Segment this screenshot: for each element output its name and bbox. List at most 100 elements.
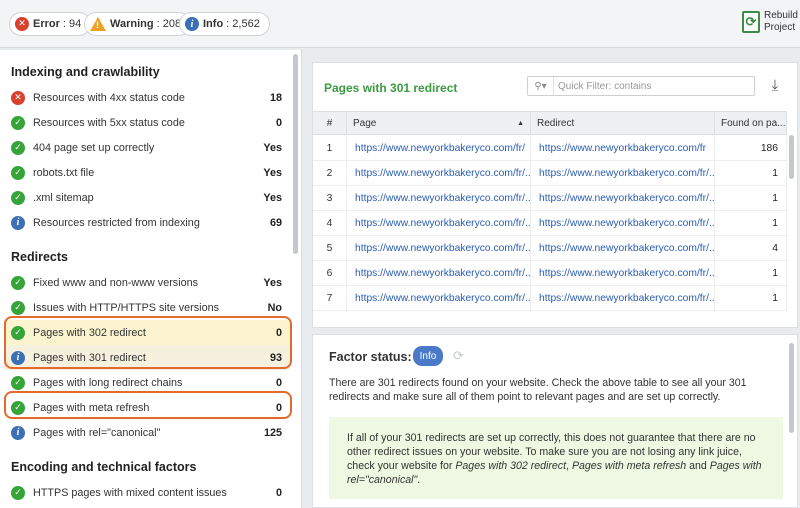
page-url-cell[interactable]: https://www.newyorkbakeryco.com/fr/ — [347, 136, 531, 160]
factor-item[interactable]: ✓ 404 page set up correctly Yes — [4, 135, 290, 160]
filter-placeholder: Quick Filter: contains — [558, 80, 652, 92]
factor-item[interactable]: i Pages with rel="canonical" 125 — [4, 420, 290, 445]
factor-item-value: 18 — [269, 91, 282, 104]
factor-item[interactable]: ✓ robots.txt file Yes — [4, 160, 290, 185]
check-icon: ✓ — [11, 115, 25, 130]
refresh-icon[interactable]: ⟳ — [453, 348, 464, 364]
sort-asc-icon: ▲ — [517, 119, 524, 127]
info-count: 2,562 — [232, 18, 260, 30]
table-row[interactable]: 3 https://www.newyorkbakeryco.com/fr/... h… — [313, 186, 787, 211]
note-end: . — [417, 474, 421, 486]
row-number: 1 — [313, 136, 347, 160]
warning-filter-button[interactable]: ! Warning: 208 — [84, 12, 192, 36]
page-url-cell[interactable]: https://www.newyorkbakeryco.com/fr/... — [347, 261, 531, 285]
note-factor-302: Pages with 302 redirect — [455, 460, 567, 472]
found-on-pages-cell: 1 — [715, 186, 787, 210]
highlight-outline — [4, 391, 292, 419]
factor-item[interactable]: ✕ Resources with 4xx status code 18 — [4, 85, 290, 110]
table-scrollbar[interactable] — [789, 135, 794, 179]
factor-item[interactable]: ✓ HTTPS pages with mixed content issues 0 — [4, 480, 290, 505]
factor-item-value: No — [267, 301, 282, 314]
note-separator-2: and — [686, 460, 710, 472]
table-row[interactable]: 6 https://www.newyorkbakeryco.com/fr/... h… — [313, 261, 787, 286]
rebuild-project-button[interactable]: ⟳ Rebuild Project — [742, 10, 798, 34]
col-header-page[interactable]: Page ▲ — [347, 112, 531, 134]
page-url-cell[interactable]: https://www.newyorkbakeryco.com/fr/... — [347, 286, 531, 310]
factor-note: If all of your 301 redirects are set up … — [329, 417, 783, 499]
redirect-url-cell[interactable]: https://www.newyorkbakeryco.com/fr — [531, 136, 715, 160]
row-number: 7 — [313, 286, 347, 310]
info-filter-button[interactable]: i Info: 2,562 — [179, 12, 270, 36]
factor-item[interactable]: ✓ .xml sitemap Yes — [4, 185, 290, 210]
factor-item-label: Fixed www and non-www versions — [33, 276, 199, 289]
factor-item-value: 125 — [263, 426, 282, 439]
found-on-pages-cell: 186 — [715, 136, 787, 160]
factor-item-value: 0 — [275, 116, 282, 129]
factor-list-panel: Indexing and crawlability Redirects Enco… — [0, 50, 302, 508]
factor-item-label: Resources restricted from indexing — [33, 216, 200, 229]
col-header-found[interactable]: Found on pa... — [715, 112, 787, 134]
factor-item-label: Pages with long redirect chains — [33, 376, 183, 389]
redirect-url-cell[interactable]: https://www.newyorkbakeryco.com/fr/... — [531, 161, 715, 185]
check-icon: ✓ — [11, 300, 25, 315]
check-icon: ✓ — [11, 375, 25, 390]
redirect-url-cell[interactable]: https://www.newyorkbakeryco.com/fr/... — [531, 286, 715, 310]
redirect-url-cell[interactable]: https://www.newyorkbakeryco.com/fr/... — [531, 236, 715, 260]
check-icon: ✓ — [11, 190, 25, 205]
factor-item-label: robots.txt file — [33, 166, 95, 179]
error-label: Error — [33, 18, 60, 30]
factor-status-badge[interactable]: Info — [413, 346, 443, 366]
factor-item-label: 404 page set up correctly — [33, 141, 155, 154]
quick-filter-input[interactable]: ⚲▾ Quick Filter: contains — [527, 76, 755, 96]
download-icon[interactable]: ⤓ — [767, 77, 783, 95]
factor-status-panel: Factor status: Info ⟳ There are 301 redi… — [312, 334, 798, 508]
col-header-num[interactable]: # — [313, 112, 347, 134]
page-url-cell[interactable]: https://www.newyorkbakeryco.com/fr/... — [347, 186, 531, 210]
table-row[interactable]: 5 https://www.newyorkbakeryco.com/fr/... h… — [313, 236, 787, 261]
info-icon: i — [11, 215, 25, 230]
factor-scrollbar[interactable] — [789, 343, 794, 433]
row-number: 4 — [313, 211, 347, 235]
factor-item[interactable]: i Resources restricted from indexing 69 — [4, 210, 290, 235]
row-number: 3 — [313, 186, 347, 210]
redirect-url-cell[interactable]: https://www.newyorkbakeryco.com/fr/... — [531, 261, 715, 285]
col-header-page-label: Page — [353, 117, 377, 129]
found-on-pages-cell: 4 — [715, 236, 787, 260]
left-scrollbar[interactable] — [293, 54, 298, 254]
section-title-indexing: Indexing and crawlability — [11, 65, 160, 79]
error-icon: ✕ — [11, 90, 25, 105]
check-icon: ✓ — [11, 485, 25, 500]
redirect-url-cell[interactable]: https://www.newyorkbakeryco.com/fr/... — [531, 211, 715, 235]
check-icon: ✓ — [11, 140, 25, 155]
factor-item-value: 0 — [275, 486, 282, 499]
row-number: 6 — [313, 261, 347, 285]
search-icon[interactable]: ⚲▾ — [528, 77, 554, 95]
found-on-pages-cell: 1 — [715, 261, 787, 285]
table-row[interactable]: 4 https://www.newyorkbakeryco.com/fr/... h… — [313, 211, 787, 236]
factor-description: There are 301 redirects found on your we… — [329, 377, 747, 403]
error-filter-button[interactable]: ✕ Error: 94 — [9, 12, 92, 36]
section-title-encoding: Encoding and technical factors — [11, 460, 197, 474]
page-url-cell[interactable]: https://www.newyorkbakeryco.com/fr/... — [347, 161, 531, 185]
warning-icon: ! — [90, 17, 106, 31]
page-url-cell[interactable]: https://www.newyorkbakeryco.com/fr/... — [347, 211, 531, 235]
redirect-url-cell[interactable]: https://www.newyorkbakeryco.com/fr/... — [531, 186, 715, 210]
factor-item[interactable]: ✓ Fixed www and non-www versions Yes — [4, 270, 290, 295]
col-header-redirect[interactable]: Redirect — [531, 112, 715, 134]
page-url-cell[interactable]: https://www.newyorkbakeryco.com/fr/... — [347, 236, 531, 260]
factor-item-label: Pages with rel="canonical" — [33, 426, 161, 439]
factor-item-value: Yes — [263, 191, 282, 204]
info-label: Info — [203, 18, 224, 30]
table-header: # Page ▲ Redirect Found on pa... — [313, 111, 787, 135]
factor-item-value: 0 — [275, 376, 282, 389]
rebuild-icon: ⟳ — [742, 11, 760, 33]
table-row[interactable]: 7 https://www.newyorkbakeryco.com/fr/... h… — [313, 286, 787, 311]
note-factor-meta-refresh: Pages with meta refresh — [571, 460, 687, 472]
table-row[interactable]: 2 https://www.newyorkbakeryco.com/fr/... h… — [313, 161, 787, 186]
highlight-outline — [4, 316, 292, 369]
factor-item-value: Yes — [263, 141, 282, 154]
factor-item-value: 69 — [269, 216, 282, 229]
section-title-redirects: Redirects — [11, 250, 68, 264]
factor-item[interactable]: ✓ Resources with 5xx status code 0 — [4, 110, 290, 135]
table-row[interactable]: 1 https://www.newyorkbakeryco.com/fr/http… — [313, 136, 787, 161]
